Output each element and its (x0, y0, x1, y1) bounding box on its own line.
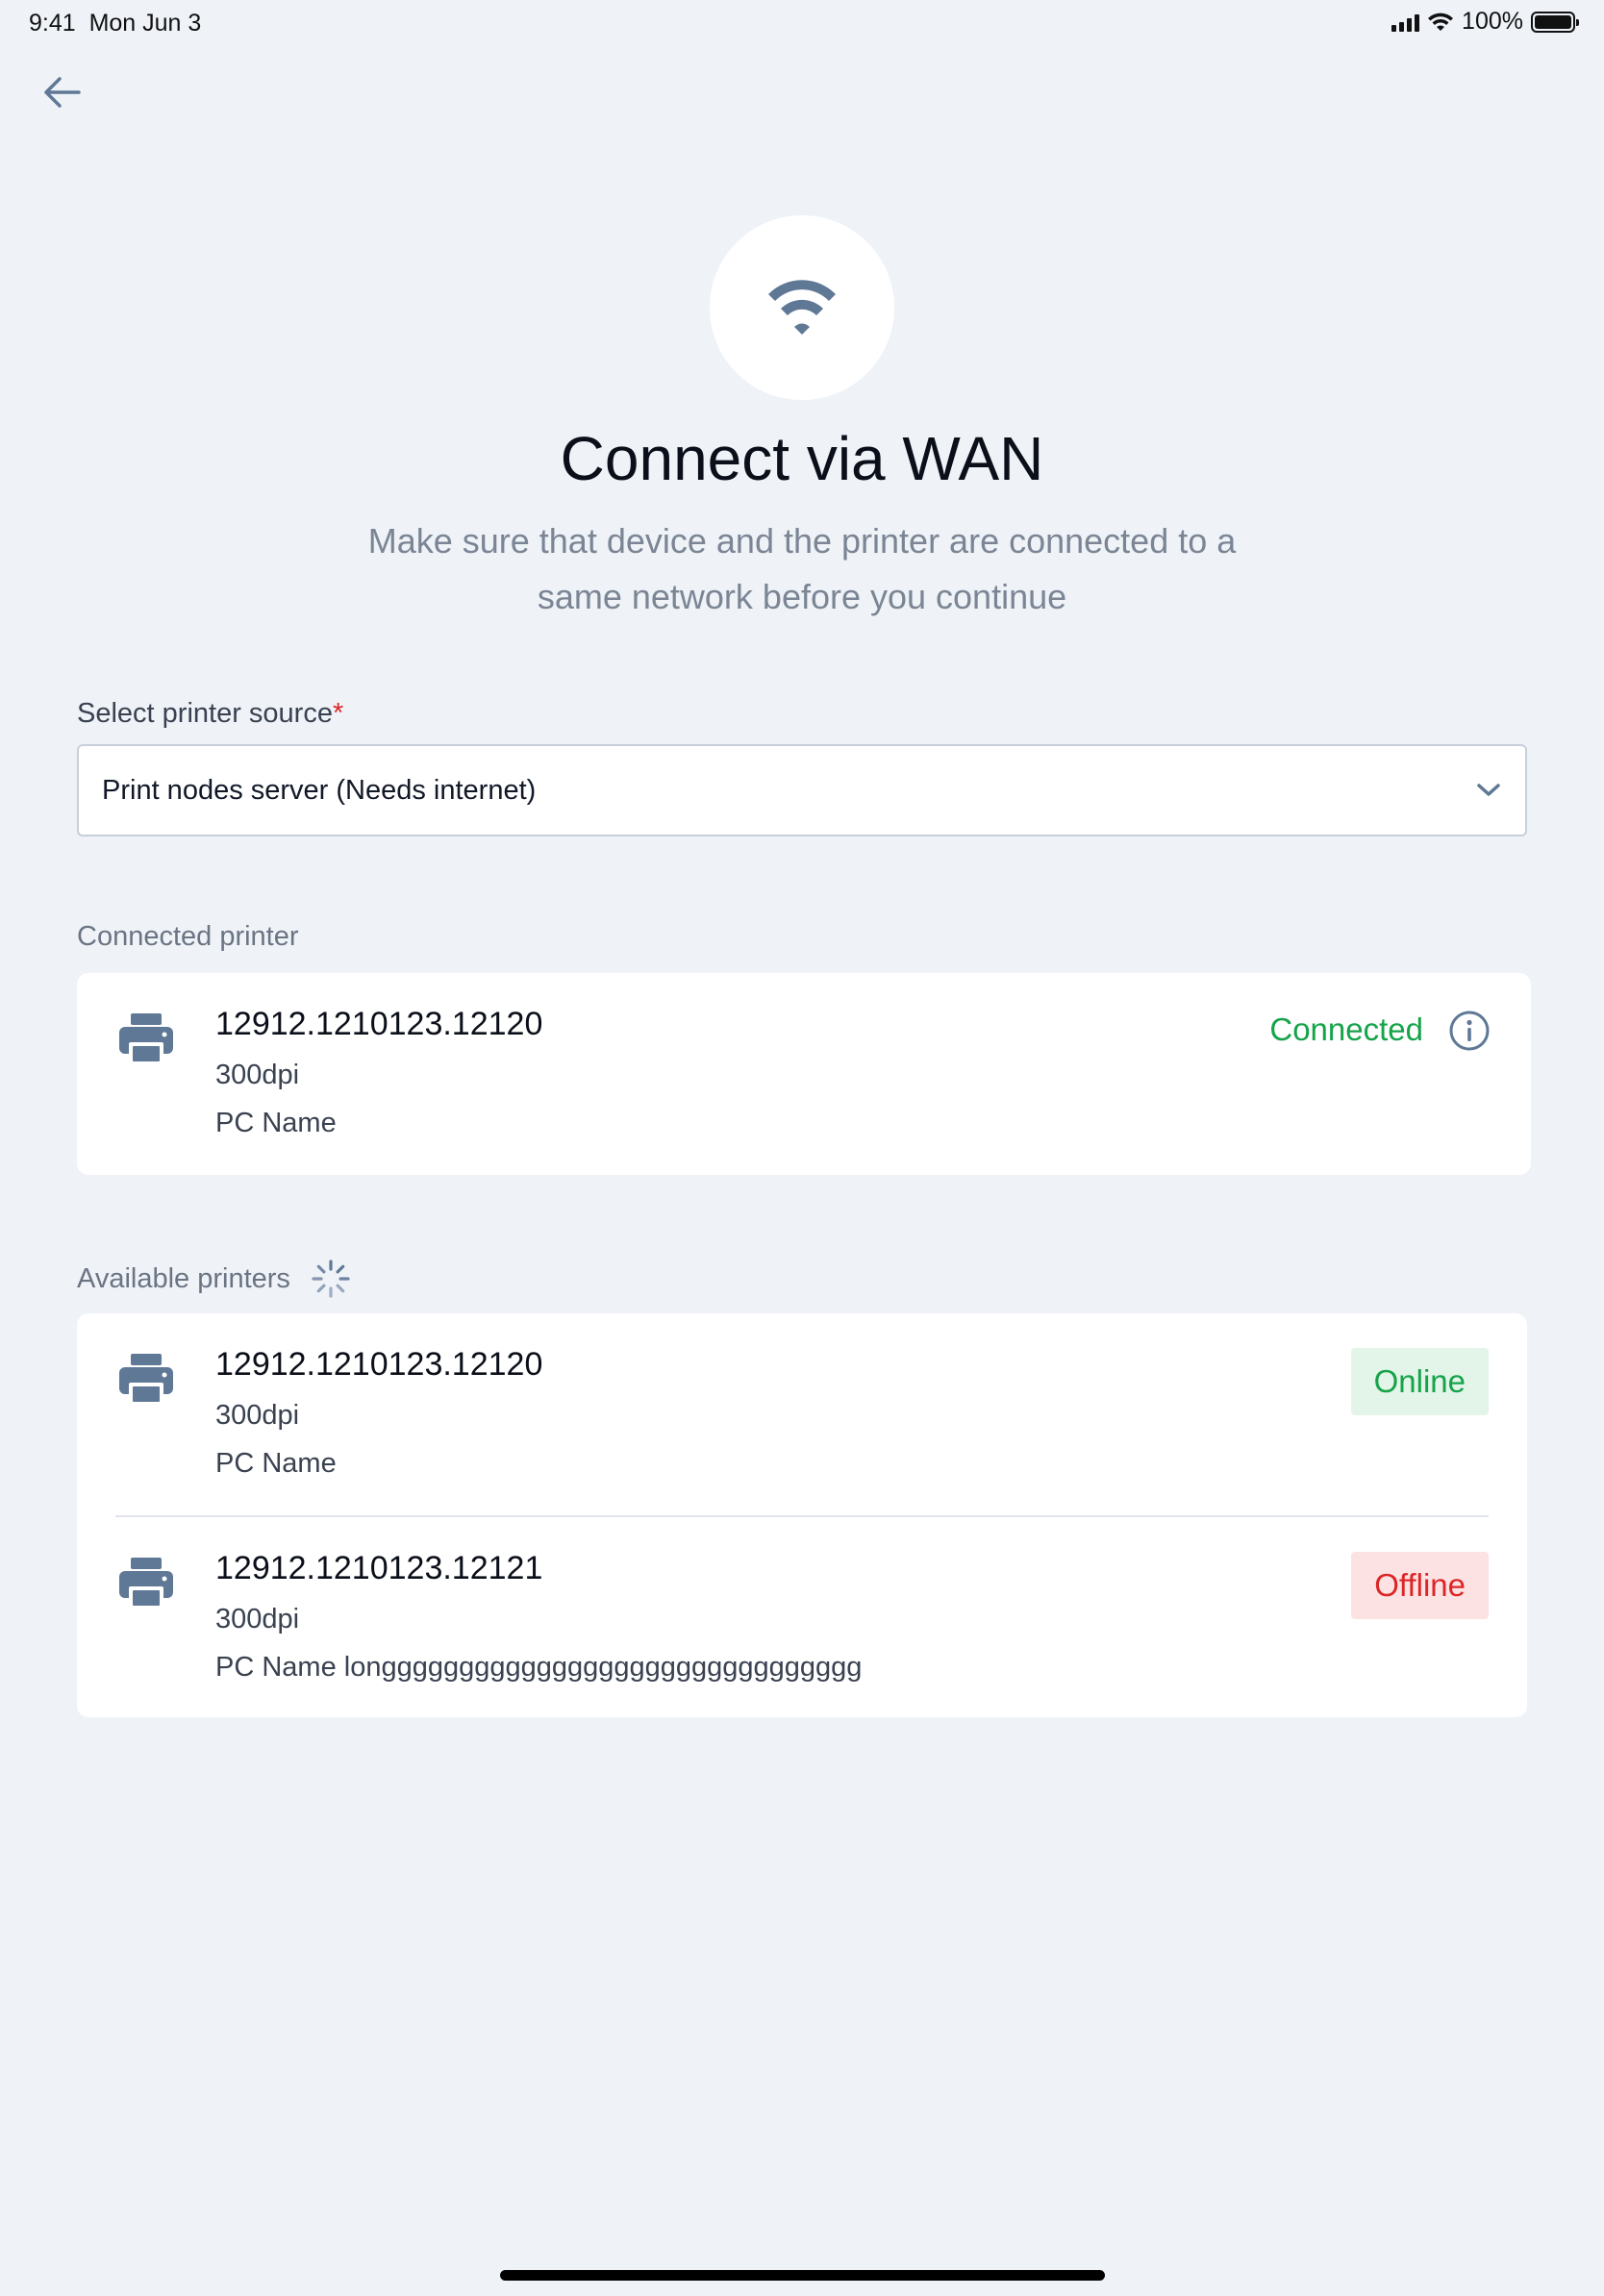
status-badge-offline: Offline (1351, 1552, 1489, 1619)
wifi-hero-badge (710, 215, 894, 400)
battery-percent: 100% (1462, 8, 1523, 35)
printer-id: 12912.1210123.12120 (215, 1346, 543, 1383)
connected-printer-card[interactable]: 12912.1210123.12120 300dpi PC Name Conne… (77, 973, 1531, 1175)
printer-dpi: 300dpi (215, 1400, 300, 1431)
cellular-signal-icon (1391, 12, 1420, 32)
status-badge-online: Online (1350, 1348, 1489, 1415)
printer-pc-name: PC Name (215, 1448, 337, 1479)
connected-printer-row[interactable]: 12912.1210123.12120 300dpi PC Name Conne… (77, 973, 1531, 1175)
status-time: 9:41 Mon Jun 3 (29, 10, 202, 37)
printer-icon (119, 1354, 173, 1406)
page-title: Connect via WAN (560, 424, 1044, 493)
battery-icon (1531, 11, 1579, 33)
info-icon[interactable] (1448, 1010, 1491, 1052)
printer-dpi: 300dpi (215, 1604, 300, 1635)
status-bar: 9:41 Mon Jun 3 100% (0, 0, 1604, 46)
printer-source-value: Print nodes server (Needs internet) (102, 774, 537, 806)
wifi-icon (768, 280, 836, 335)
required-asterisk: * (332, 698, 344, 729)
printer-icon (119, 1013, 173, 1065)
page-subtitle: Make sure that device and the printer ar… (367, 521, 1237, 616)
printer-id: 12912.1210123.12121 (215, 1550, 543, 1586)
connection-status: Connected (1269, 1011, 1423, 1047)
arrow-left-icon (44, 77, 81, 108)
home-indicator[interactable] (500, 2270, 1105, 2281)
printer-source-label: Select printer source* (77, 698, 344, 729)
printer-list-item[interactable]: 12912.1210123.12121 300dpi PC Name longg… (77, 1517, 1527, 1717)
loading-spinner-icon (312, 1260, 350, 1298)
available-printers-card: 12912.1210123.12120 300dpi PC Name Onlin… (77, 1313, 1527, 1717)
printer-pc-name: PC Name (215, 1108, 337, 1138)
printer-pc-name: PC Name longgggggggggggggggggggggggggggg… (215, 1652, 863, 1683)
back-button[interactable] (37, 67, 87, 117)
printer-id: 12912.1210123.12120 (215, 1006, 543, 1042)
connected-printer-label: Connected printer (77, 921, 299, 952)
wifi-status-icon (1428, 12, 1454, 31)
printer-source-select[interactable]: Print nodes server (Needs internet) (77, 744, 1527, 836)
printer-list-item[interactable]: 12912.1210123.12120 300dpi PC Name Onlin… (77, 1313, 1527, 1515)
status-indicators: 100% (1391, 8, 1579, 36)
printer-icon (119, 1558, 173, 1610)
printer-dpi: 300dpi (215, 1060, 300, 1090)
chevron-down-icon (1475, 777, 1502, 804)
available-printers-label: Available printers (77, 1260, 350, 1298)
